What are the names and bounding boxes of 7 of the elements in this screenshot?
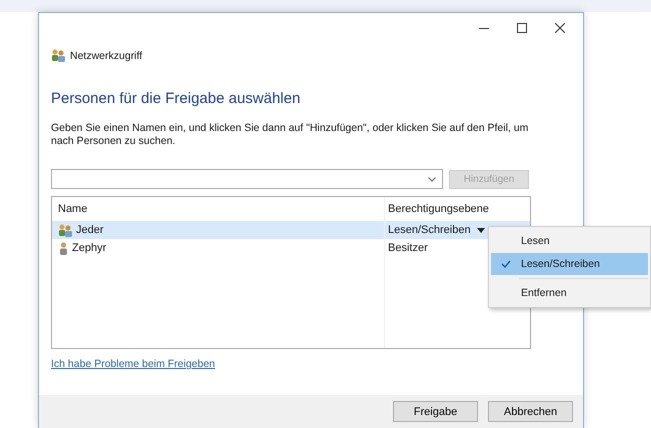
window-title: Netzwerkzugriff	[70, 50, 142, 62]
person-name: Zephyr	[72, 242, 106, 254]
instructions-text: Geben Sie einen Namen ein, und klicken Sie dann auf "Hinzufügen", oder klicken Sie auf den Pfeil, um nach Personen zu suchen.	[51, 122, 530, 148]
permission-level: Lesen/Schreiben	[388, 224, 471, 236]
person-name: Jeder	[76, 224, 104, 236]
permission-level: Besitzer	[388, 242, 428, 254]
dialog-heading: Personen für die Freigabe auswählen	[51, 90, 302, 107]
